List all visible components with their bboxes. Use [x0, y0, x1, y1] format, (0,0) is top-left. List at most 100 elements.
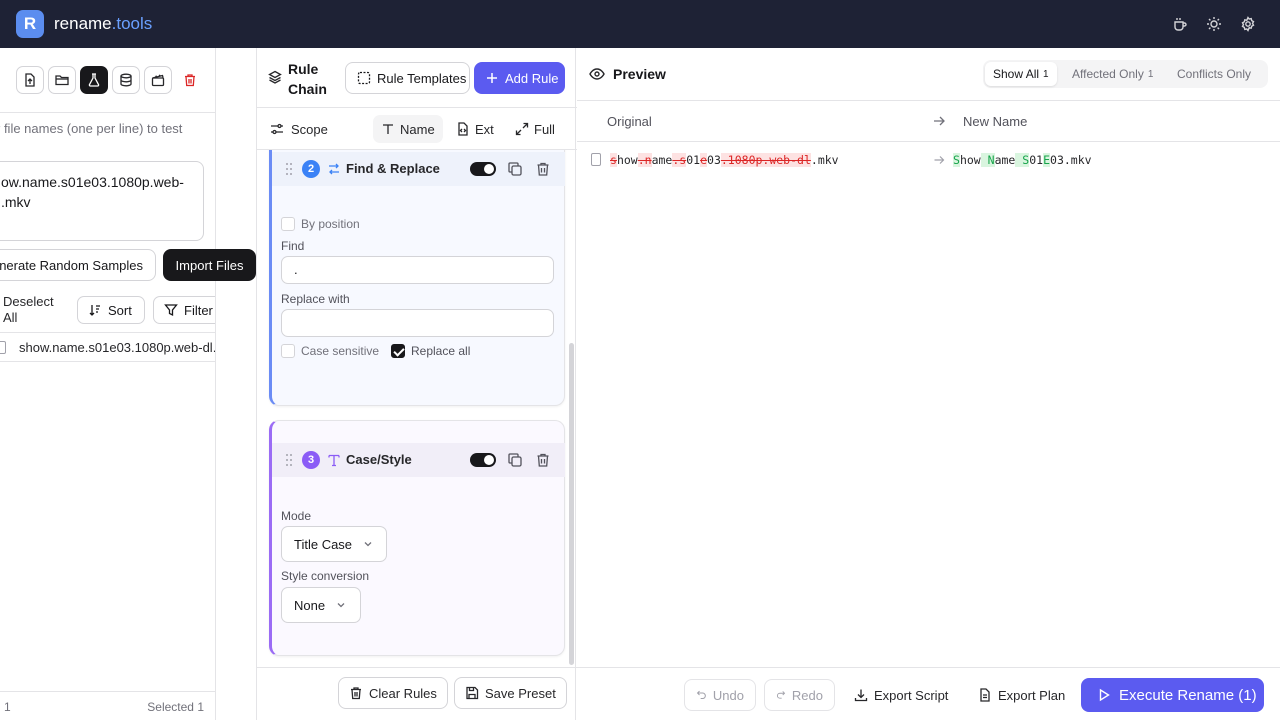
- file-list-item[interactable]: show.name.s01e03.1080p.web-dl.mkv: [0, 332, 215, 362]
- file-icon: [591, 153, 601, 166]
- style-value: None: [294, 597, 326, 613]
- delete-rule-icon[interactable]: [535, 452, 551, 468]
- rule-card-find-replace: 2 Find & Replace By position Find . Repl…: [269, 150, 565, 406]
- save-icon: [466, 686, 479, 700]
- brand-main: rename: [54, 14, 112, 33]
- column-original: Original: [607, 114, 652, 129]
- clear-rules-label: Clear Rules: [369, 685, 437, 701]
- by-position-checkbox[interactable]: [281, 217, 295, 231]
- add-rule-label: Add Rule: [505, 70, 559, 86]
- mode-value: Title Case: [294, 536, 353, 552]
- undo-label: Undo: [712, 687, 744, 703]
- find-label: Find: [281, 239, 305, 253]
- file-names-textarea[interactable]: ow.name.s01e03.1080p.web- .mkv: [0, 161, 204, 241]
- coffee-icon[interactable]: [1170, 14, 1190, 34]
- redo-label: Redo: [791, 687, 823, 703]
- rule-name: Find & Replace: [346, 161, 440, 176]
- filter-label: Show All: [993, 67, 1040, 81]
- filter-label: Filter: [184, 302, 213, 318]
- template-icon: [357, 71, 371, 85]
- generate-samples-button[interactable]: enerate Random Samples: [0, 249, 156, 281]
- drag-handle-icon[interactable]: [285, 453, 293, 467]
- duplicate-icon[interactable]: [507, 161, 523, 177]
- replace-label: Replace with: [281, 292, 350, 306]
- replace-all-label: Replace all: [411, 344, 471, 358]
- rule-list-scrollbar[interactable]: [569, 343, 574, 665]
- style-conversion-select[interactable]: None: [281, 587, 361, 623]
- duplicate-icon[interactable]: [507, 452, 523, 468]
- filter-count: 1: [1147, 68, 1154, 80]
- database-button[interactable]: [112, 66, 140, 94]
- case-sensitive-checkbox[interactable]: [281, 344, 295, 358]
- save-preset-button[interactable]: Save Preset: [454, 677, 567, 709]
- sort-button[interactable]: Sort: [77, 296, 145, 324]
- arrow-right-icon: [934, 116, 945, 126]
- original-name: show.name.s01e03.1080p.web-dl.mkv: [610, 153, 839, 167]
- rule-templates-button[interactable]: Rule Templates: [345, 62, 470, 94]
- clear-files-button[interactable]: [176, 66, 204, 94]
- sort-icon: [89, 305, 100, 316]
- rule-header: 2 Find & Replace: [272, 152, 565, 186]
- redo-icon: [776, 691, 786, 699]
- filter-label: Conflicts Only: [1177, 67, 1252, 81]
- delete-rule-icon[interactable]: [535, 161, 551, 177]
- arrow-right-icon: [934, 156, 945, 164]
- rule-number-badge: 3: [302, 451, 320, 469]
- sun-icon[interactable]: [1204, 14, 1224, 34]
- rule-chain-title: Rule Chain: [288, 61, 327, 97]
- type-icon: [328, 454, 340, 467]
- drag-handle-icon[interactable]: [285, 162, 293, 176]
- expand-icon: [515, 122, 529, 136]
- upload-icon: [25, 73, 35, 87]
- filter-conflicts-only[interactable]: Conflicts Only: [1169, 62, 1259, 86]
- media-button[interactable]: [144, 66, 172, 94]
- replace-all-checkbox[interactable]: [391, 344, 405, 358]
- import-files-button[interactable]: Import Files: [163, 249, 256, 281]
- rule-header: 3 Case/Style: [272, 443, 565, 477]
- scope-option-name[interactable]: Name: [373, 115, 443, 143]
- test-mode-button[interactable]: [80, 66, 108, 94]
- preview-row[interactable]: show.name.s01e03.1080p.web-dl.mkv Show N…: [577, 142, 1280, 178]
- rule-enabled-toggle[interactable]: [470, 162, 496, 176]
- execute-rename-button[interactable]: Execute Rename (1): [1081, 678, 1264, 712]
- replace-input[interactable]: [281, 309, 554, 337]
- export-script-button[interactable]: Export Script: [843, 679, 959, 711]
- preview-filter-tabs: Show All 1 Affected Only 1 Conflicts Only: [983, 60, 1268, 88]
- eye-icon: [589, 68, 605, 80]
- mode-label: Mode: [281, 509, 312, 523]
- chevron-down-icon: [337, 603, 345, 608]
- upload-button[interactable]: [16, 66, 44, 94]
- download-icon: [854, 689, 868, 702]
- mode-select[interactable]: Title Case: [281, 526, 387, 562]
- filter-label: Affected Only: [1072, 67, 1144, 81]
- gear-icon[interactable]: [1238, 14, 1258, 34]
- filter-affected-only[interactable]: Affected Only 1: [1064, 62, 1161, 86]
- redo-button[interactable]: Redo: [764, 679, 835, 711]
- export-plan-button[interactable]: Export Plan: [967, 679, 1076, 711]
- preview-panel: Preview Show All 1 Affected Only 1 Conflic…: [577, 48, 1280, 720]
- filter-count: 1: [1043, 68, 1049, 80]
- flask-icon: [88, 73, 100, 87]
- filter-button[interactable]: Filter: [153, 296, 215, 324]
- scope-option-full[interactable]: Full: [507, 115, 563, 143]
- add-rule-button[interactable]: Add Rule: [474, 62, 565, 94]
- file-code-icon: [458, 122, 468, 136]
- deselect-all-button[interactable]: Deselect All: [3, 294, 63, 326]
- document-icon: [980, 688, 990, 702]
- rule-list[interactable]: 2 Find & Replace By position Find . Repl…: [257, 150, 577, 665]
- open-folder-button[interactable]: [48, 66, 76, 94]
- rule-name: Case/Style: [346, 452, 412, 467]
- find-input[interactable]: .: [281, 256, 554, 284]
- export-plan-label: Export Plan: [998, 687, 1066, 703]
- clear-rules-button[interactable]: Clear Rules: [338, 677, 448, 709]
- scope-option-label: Full: [534, 121, 555, 137]
- rule-enabled-toggle[interactable]: [470, 453, 496, 467]
- scope-label: Scope: [291, 122, 328, 137]
- chevron-down-icon: [364, 542, 372, 547]
- column-new-name: New Name: [963, 114, 1028, 129]
- play-icon: [1099, 688, 1110, 702]
- rule-chain-header: Rule Chain Rule Templates Add Rule: [257, 48, 577, 108]
- filter-show-all[interactable]: Show All 1: [985, 62, 1057, 86]
- scope-option-ext[interactable]: Ext: [448, 115, 502, 143]
- undo-button[interactable]: Undo: [684, 679, 756, 711]
